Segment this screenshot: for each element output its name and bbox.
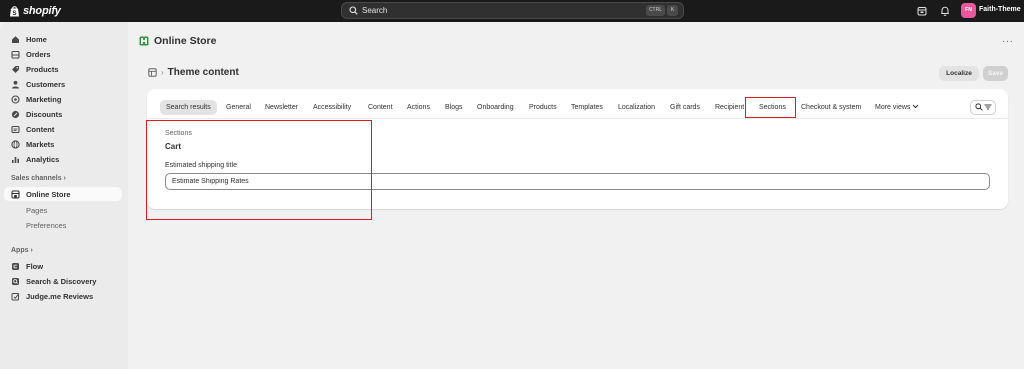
- sidebar-app-judgeme[interactable]: Judge.me Reviews: [4, 289, 122, 303]
- sidebar-item-orders[interactable]: Orders: [4, 47, 122, 61]
- sales-channels-heading[interactable]: Sales channels ›: [11, 175, 66, 182]
- sidebar-item-products[interactable]: Products: [4, 62, 122, 76]
- globe-icon: [11, 139, 20, 149]
- sidebar-item-markets[interactable]: Markets: [4, 137, 122, 151]
- tab-newsletter[interactable]: Newsletter: [265, 100, 298, 115]
- breadcrumb: › Theme content: [148, 67, 239, 78]
- sidebar-subitem-preferences[interactable]: Preferences: [26, 221, 66, 230]
- judgeme-icon: [11, 292, 20, 301]
- sidebar-item-label: Content: [26, 124, 55, 134]
- sidebar-item-label: Discounts: [26, 109, 63, 119]
- save-button[interactable]: Save: [983, 66, 1008, 81]
- online-store-icon: [139, 36, 149, 46]
- highlight-sections-tab: [745, 97, 796, 118]
- shopify-logo[interactable]: S shopify: [9, 3, 61, 19]
- tab-localization[interactable]: Localization: [618, 100, 655, 115]
- global-search[interactable]: Search CTRL K: [341, 2, 684, 19]
- shopify-wordmark: shopify: [23, 5, 61, 17]
- theme-icon[interactable]: [148, 68, 157, 77]
- content-icon: [11, 125, 20, 134]
- section-title: Theme content: [167, 67, 239, 78]
- avatar[interactable]: FN: [961, 3, 976, 18]
- storefront-icon: [11, 189, 20, 199]
- flow-icon: [11, 262, 20, 271]
- search-discovery-icon: [11, 277, 20, 286]
- tab-content[interactable]: Content: [368, 100, 393, 115]
- sidebar-item-label: Judge.me Reviews: [26, 291, 94, 301]
- bell-icon[interactable]: [939, 5, 951, 17]
- svg-text:S: S: [12, 11, 16, 17]
- tab-more-views[interactable]: More views: [875, 100, 919, 115]
- tab-onboarding[interactable]: Onboarding: [477, 100, 514, 115]
- highlight-search-result: [146, 120, 372, 220]
- sidebar-item-discounts[interactable]: Discounts: [4, 107, 122, 121]
- shopify-bag-icon: S: [9, 5, 20, 17]
- tag-icon: [11, 65, 20, 74]
- sidebar-item-label: Home: [26, 34, 47, 44]
- sidebar-item-customers[interactable]: Customers: [4, 77, 122, 91]
- search-icon: [349, 6, 358, 15]
- tab-checkout-system[interactable]: Checkout & system: [801, 100, 861, 115]
- home-icon: [11, 35, 20, 44]
- store-name[interactable]: Faith-Theme: [979, 6, 1021, 13]
- apps-heading[interactable]: Apps ›: [11, 247, 33, 254]
- chevron-right-icon: ›: [161, 68, 164, 77]
- sidebar-subitem-pages[interactable]: Pages: [26, 206, 47, 215]
- person-icon: [11, 80, 20, 89]
- more-actions-icon[interactable]: ···: [1002, 36, 1014, 47]
- page-header: Online Store: [139, 35, 216, 47]
- search-shortcut: CTRL K: [645, 5, 678, 16]
- filter-icon: [984, 103, 992, 113]
- tab-bar: Search results General Newsletter Access…: [147, 89, 1008, 119]
- sidebar-item-label: Markets: [26, 139, 55, 149]
- top-bar: S shopify Search CTRL K FN Faith-Theme: [0, 0, 1024, 22]
- chevron-down-icon: [912, 100, 919, 115]
- sidebar-item-label: Products: [26, 64, 59, 74]
- tab-accessibility[interactable]: Accessibility: [313, 100, 351, 115]
- localize-button[interactable]: Localize: [939, 66, 979, 81]
- search-placeholder: Search: [362, 6, 388, 15]
- tab-blogs[interactable]: Blogs: [445, 100, 463, 115]
- sidebar: Home Orders Products Customers Marketing…: [0, 22, 128, 369]
- target-icon: [11, 94, 20, 104]
- search-filter-button[interactable]: [970, 100, 996, 115]
- sidebar-item-label: Online Store: [26, 189, 71, 199]
- search-icon: [974, 102, 983, 113]
- page-title: Online Store: [154, 35, 217, 47]
- kbd-ctrl: CTRL: [645, 5, 665, 16]
- tab-gift-cards[interactable]: Gift cards: [670, 100, 700, 115]
- sidebar-item-label: Customers: [26, 79, 66, 89]
- sidebar-item-content[interactable]: Content: [4, 122, 122, 136]
- bar-chart-icon: [11, 155, 20, 164]
- sidebar-item-label: Flow: [26, 261, 44, 271]
- tab-general[interactable]: General: [226, 100, 251, 115]
- kbd-k: K: [667, 5, 678, 16]
- tab-actions[interactable]: Actions: [407, 100, 430, 115]
- discount-icon: [11, 110, 20, 119]
- tab-templates[interactable]: Templates: [571, 100, 603, 115]
- chevron-right-icon: ›: [63, 175, 66, 182]
- sidebar-item-online-store[interactable]: Online Store: [4, 187, 122, 201]
- sidebar-item-home[interactable]: Home: [4, 32, 122, 46]
- sidebar-app-search-discovery[interactable]: Search & Discovery: [4, 274, 122, 288]
- sidebar-item-label: Analytics: [26, 154, 60, 164]
- store-icon[interactable]: [916, 5, 928, 17]
- sidebar-item-marketing[interactable]: Marketing: [4, 92, 122, 106]
- sidebar-app-flow[interactable]: Flow: [4, 259, 122, 273]
- sidebar-item-analytics[interactable]: Analytics: [4, 152, 122, 166]
- orders-icon: [11, 50, 20, 59]
- sidebar-item-label: Orders: [26, 49, 51, 59]
- tab-products[interactable]: Products: [529, 100, 557, 115]
- tab-recipient[interactable]: Recipient: [715, 100, 744, 115]
- tab-search-results[interactable]: Search results: [160, 100, 217, 115]
- chevron-right-icon: ›: [30, 247, 33, 254]
- sidebar-item-label: Marketing: [26, 94, 62, 104]
- sidebar-item-label: Search & Discovery: [26, 276, 97, 286]
